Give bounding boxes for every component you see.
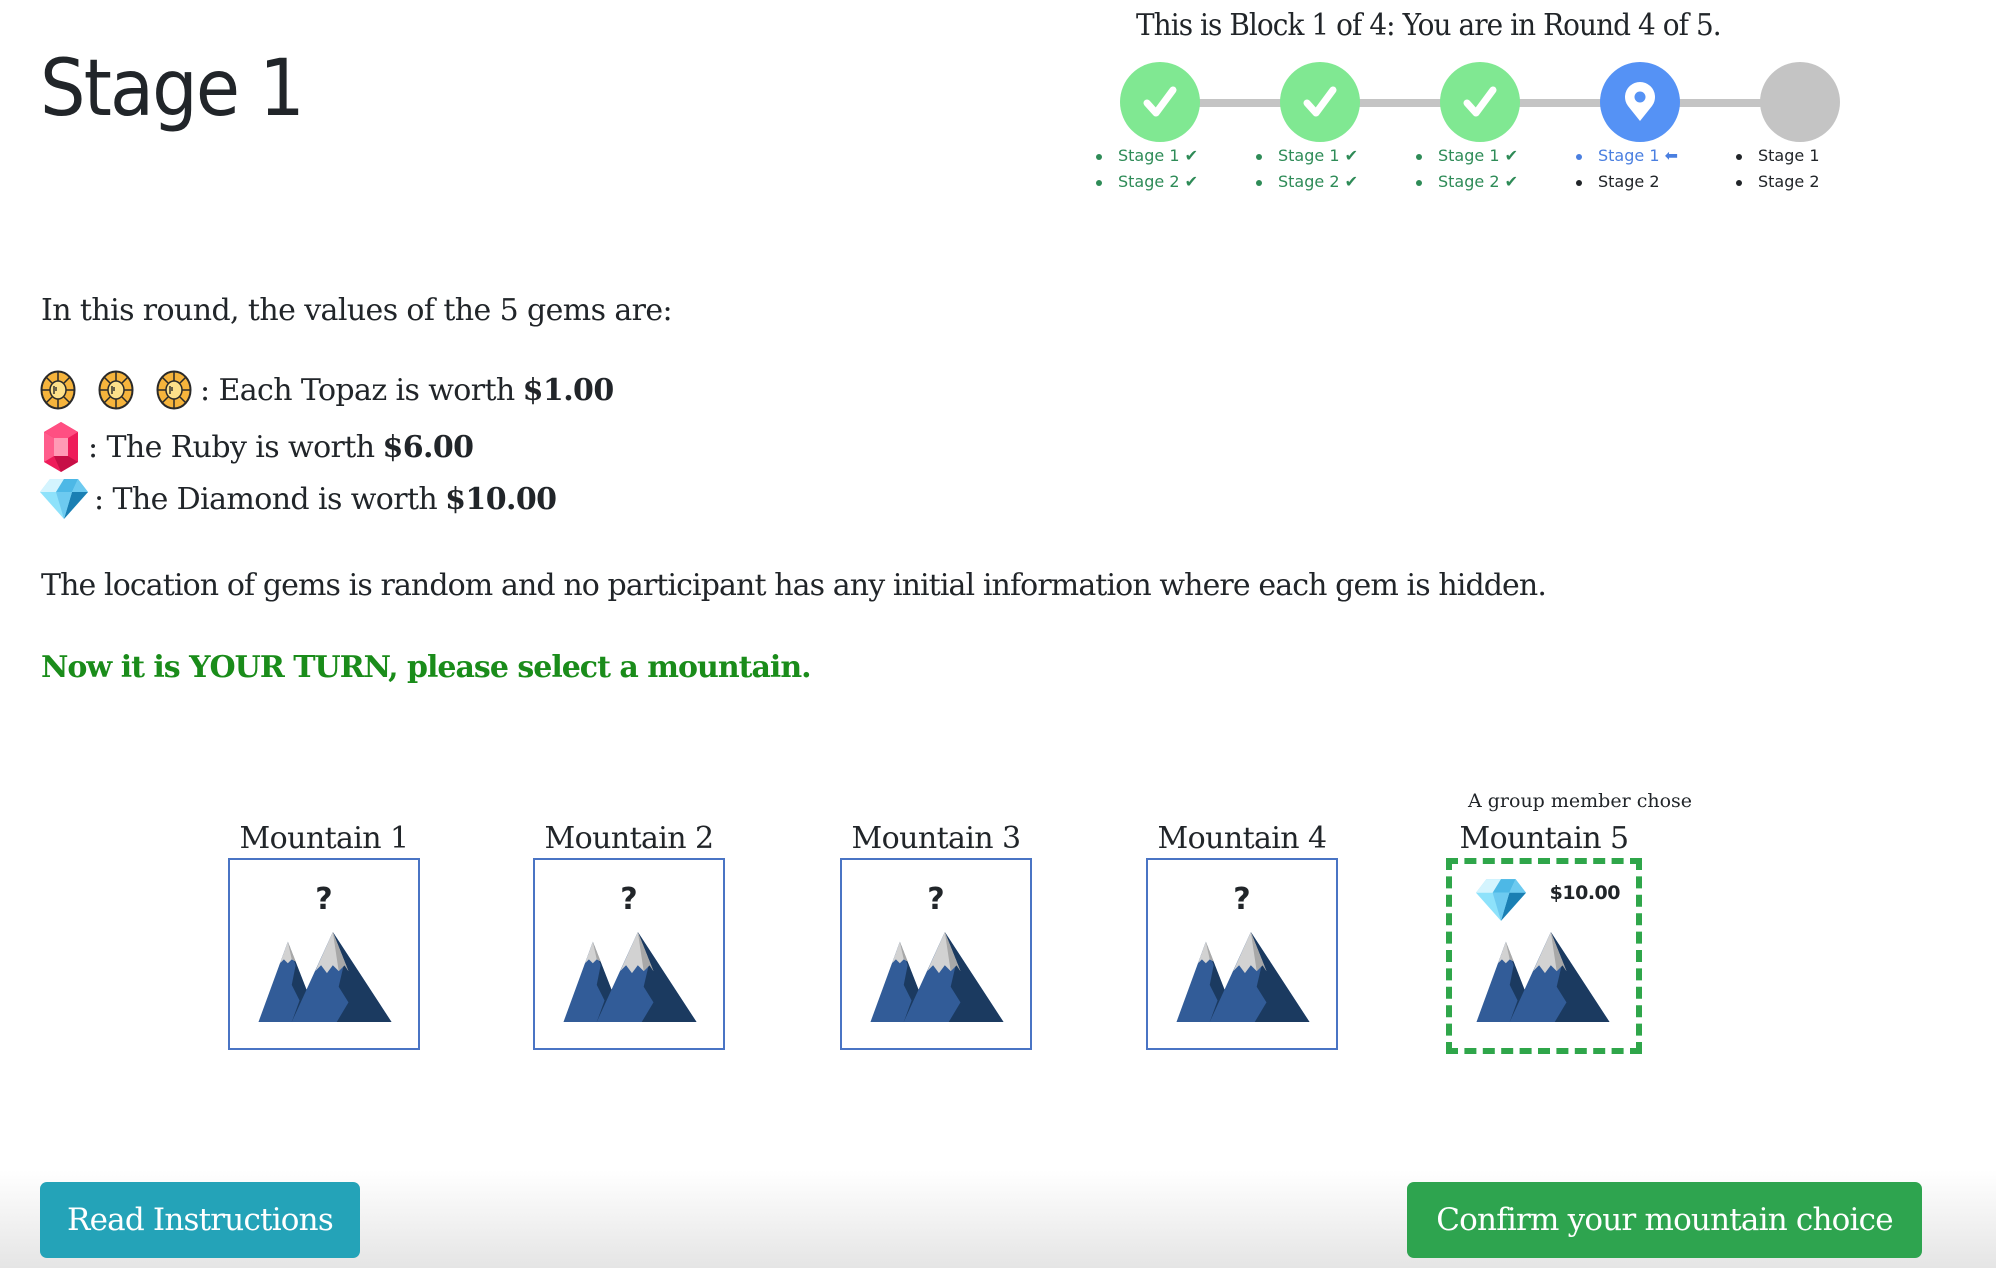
mountain-2-select[interactable]: ? — [533, 858, 725, 1050]
diamond-icon — [40, 478, 88, 520]
mountain-title: Mountain 5 — [1459, 821, 1630, 856]
stage-item: Stage 2 — [1576, 169, 1678, 195]
mountain-icon — [563, 932, 697, 1022]
unknown-gem-marker: ? — [927, 882, 945, 917]
mountain-option-5: Mountain 5 $10.00 — [1414, 820, 1674, 1054]
stage-item: Stage 1 ✔ — [1416, 143, 1518, 169]
round-2-stage-list: Stage 1 ✔ Stage 2 ✔ — [1252, 143, 1358, 195]
topaz-icon — [40, 370, 76, 410]
round-4-stage-list: Stage 1 ⬅ Stage 2 — [1572, 143, 1678, 195]
location-pin-icon — [1625, 82, 1655, 121]
mountain-title: Mountain 3 — [851, 821, 1022, 856]
mountain-option-4: Mountain 4 ? — [1112, 820, 1372, 1050]
topaz-label: : Each Topaz is worth — [200, 372, 515, 408]
your-turn-prompt: Now it is YOUR TURN, please select a mou… — [41, 650, 812, 685]
stage-item: Stage 2 — [1736, 169, 1820, 195]
topaz-icon — [156, 370, 192, 410]
round-1-step — [1120, 62, 1200, 142]
stage-item: Stage 2 ✔ — [1256, 169, 1358, 195]
unknown-gem-marker: ? — [1233, 882, 1251, 917]
mountain-option-3: Mountain 3 ? — [806, 820, 1066, 1050]
mountain-icon — [258, 932, 392, 1022]
mountain-4-select[interactable]: ? — [1146, 858, 1338, 1050]
diamond-row: : The Diamond is worth $10.00 — [40, 478, 557, 520]
diamond-icon — [1476, 878, 1526, 922]
check-icon — [1303, 86, 1337, 117]
gem-location-note: The location of gems is random and no pa… — [41, 568, 1547, 603]
confirm-mountain-choice-button[interactable]: Confirm your mountain choice — [1407, 1182, 1922, 1258]
round-3-stage-list: Stage 1 ✔ Stage 2 ✔ — [1412, 143, 1518, 195]
read-instructions-button[interactable]: Read Instructions — [40, 1182, 360, 1258]
mountain-title: Mountain 2 — [544, 821, 715, 856]
mountain-option-2: Mountain 2 ? — [499, 820, 759, 1050]
diamond-value: $10.00 — [445, 481, 557, 517]
topaz-value: $1.00 — [522, 372, 615, 408]
mountain-5-select[interactable]: $10.00 — [1446, 858, 1642, 1054]
round-2-step — [1280, 62, 1360, 142]
ruby-label: : The Ruby is worth — [88, 429, 375, 465]
round-5-stage-list: Stage 1 Stage 2 — [1732, 143, 1820, 195]
stage-item: Stage 1 ✔ — [1096, 143, 1198, 169]
progress-header: This is Block 1 of 4: You are in Round 4… — [1136, 8, 1722, 43]
mountain-3-select[interactable]: ? — [840, 858, 1032, 1050]
gem-values-intro: In this round, the values of the 5 gems … — [41, 293, 673, 328]
stage-item: Stage 1 ✔ — [1256, 143, 1358, 169]
page-title: Stage 1 — [40, 44, 305, 134]
mountain-1-select[interactable]: ? — [228, 858, 420, 1050]
topaz-row: : Each Topaz is worth $1.00 — [40, 370, 614, 410]
round-5-step — [1760, 62, 1840, 142]
round-1-stage-list: Stage 1 ✔ Stage 2 ✔ — [1092, 143, 1198, 195]
stage-item: Stage 2 ✔ — [1096, 169, 1198, 195]
mountain-icon — [1476, 932, 1610, 1022]
mountain-title: Mountain 1 — [239, 821, 410, 856]
round-4-step — [1600, 62, 1680, 142]
ruby-icon — [44, 422, 78, 472]
unknown-gem-marker: ? — [315, 882, 333, 917]
mountain-title: Mountain 4 — [1157, 821, 1328, 856]
stage-item: Stage 2 ✔ — [1416, 169, 1518, 195]
group-member-note: A group member chose — [1468, 790, 1693, 812]
revealed-gem-value: $10.00 — [1549, 882, 1621, 904]
round-3-step — [1440, 62, 1520, 142]
ruby-row: : The Ruby is worth $6.00 — [44, 422, 474, 472]
check-icon — [1463, 86, 1497, 117]
check-icon — [1143, 86, 1177, 117]
ruby-value: $6.00 — [382, 429, 474, 465]
mountain-icon — [870, 932, 1004, 1022]
mountain-option-1: Mountain 1 ? — [194, 820, 454, 1050]
mountain-icon — [1176, 932, 1310, 1022]
topaz-icon — [98, 370, 134, 410]
unknown-gem-marker: ? — [620, 882, 638, 917]
stage-item: Stage 1 ⬅ — [1576, 143, 1678, 169]
stage-item: Stage 1 — [1736, 143, 1820, 169]
diamond-label: : The Diamond is worth — [94, 481, 438, 517]
